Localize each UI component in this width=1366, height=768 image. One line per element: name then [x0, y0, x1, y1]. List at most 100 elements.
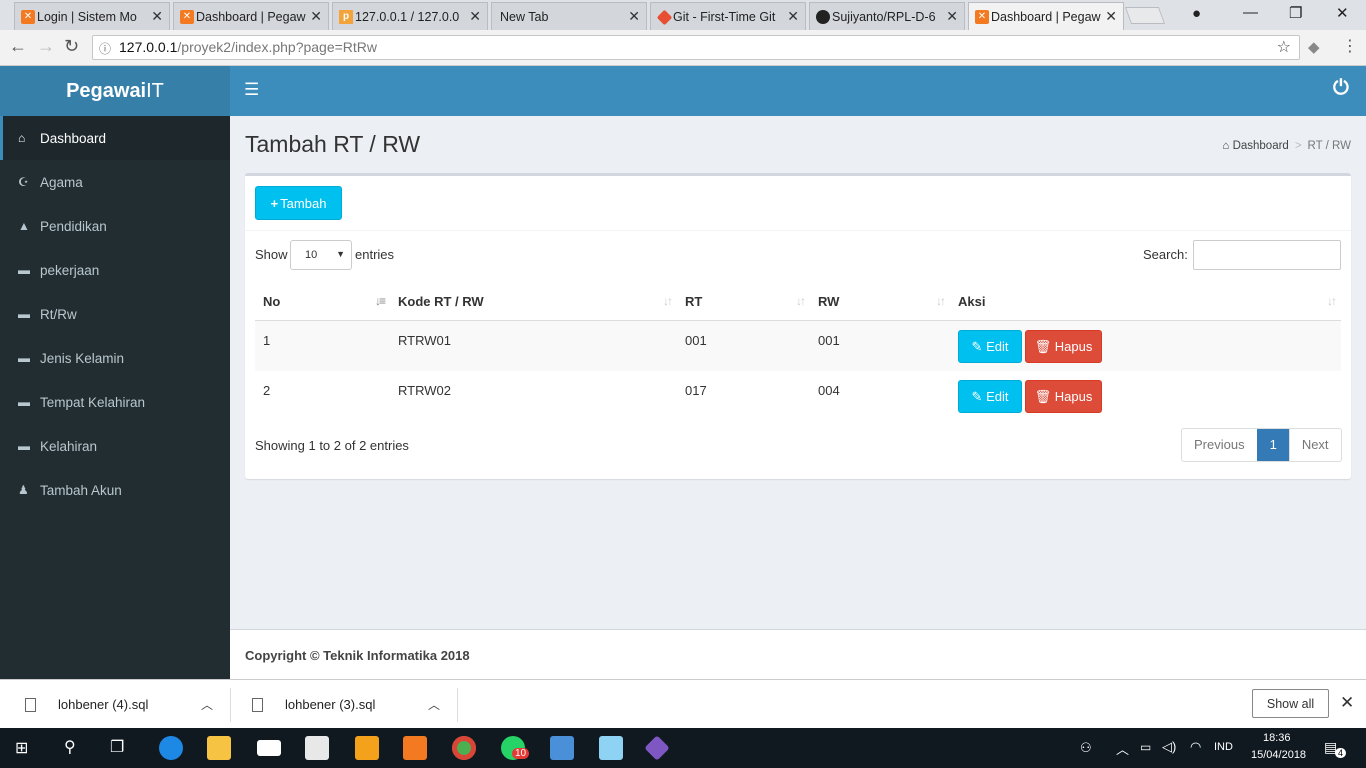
restore-icon[interactable]: ❐ — [1289, 4, 1302, 22]
bookmark-star-icon[interactable]: ☆ — [1277, 37, 1291, 57]
plus-icon: + — [270, 195, 279, 211]
close-icon[interactable]: ✕ — [1340, 693, 1354, 713]
forward-icon[interactable]: → — [37, 36, 55, 57]
chevron-up-icon[interactable]: ︿ — [428, 696, 440, 713]
page-button-current[interactable]: 1 — [1256, 429, 1289, 461]
edit-button[interactable]: ✎ Edit — [958, 329, 1022, 363]
mail-icon[interactable] — [257, 740, 281, 756]
column-header-kode[interactable]: Kode RT / RW ↓↑ — [390, 284, 677, 321]
sidebar-item-kelahiran[interactable]: ▬ Kelahiran — [0, 424, 230, 468]
briefcase-icon: ▬ — [18, 263, 30, 277]
sidebar-item-pekerjaan[interactable]: ▬ pekerjaan — [0, 248, 230, 292]
app-icon[interactable] — [599, 736, 623, 760]
browser-tab[interactable]: Git - First-Time Git ✕ — [650, 2, 806, 30]
browser-tab[interactable]: p 127.0.0.1 / 127.0.0 ✕ — [332, 2, 488, 30]
table-header-row: No ↓≡ Kode RT / RW ↓↑ RT ↓↑ RW ↓↑ Aksi ↓↑ — [255, 284, 1341, 321]
edge-icon[interactable] — [159, 736, 183, 760]
column-header-rw[interactable]: RW ↓↑ — [810, 284, 950, 321]
extension-icon[interactable]: ◆ — [1308, 38, 1320, 56]
profile-icon[interactable]: ● — [1192, 5, 1201, 22]
sidebar-toggle-icon[interactable]: ☰ — [244, 80, 259, 100]
briefcase-icon: ▬ — [18, 395, 30, 409]
chrome-icon[interactable] — [452, 736, 476, 760]
power-icon[interactable]: ⏻ — [1333, 77, 1349, 100]
close-tab-icon[interactable]: ✕ — [787, 8, 799, 25]
column-header-no[interactable]: No ↓≡ — [255, 284, 390, 321]
home-icon: ⌂ — [1222, 140, 1230, 152]
cell-aksi: ✎ Edit 🗑 Hapus — [950, 371, 1341, 422]
new-tab-button[interactable] — [1124, 7, 1166, 24]
sublime-icon[interactable] — [355, 736, 379, 760]
gitkraken-icon[interactable] — [644, 735, 670, 761]
clock-time[interactable]: 18:36 — [1263, 732, 1291, 744]
browser-tab[interactable]: ✕ Dashboard | Pegaw ✕ — [173, 2, 329, 30]
browser-tab[interactable]: Sujiyanto/RPL-D-6 ✕ — [809, 2, 965, 30]
file-explorer-icon[interactable] — [207, 736, 231, 760]
info-icon[interactable]: ⓘ — [99, 40, 111, 57]
close-tab-icon[interactable]: ✕ — [628, 8, 640, 25]
windows-start-icon[interactable]: ⊞ — [15, 738, 28, 758]
show-all-button[interactable]: Show all — [1252, 689, 1329, 718]
back-icon[interactable]: ← — [9, 36, 27, 57]
volume-icon[interactable]: ◁) — [1162, 739, 1176, 755]
chevron-up-icon[interactable]: ︿ — [201, 696, 213, 713]
wifi-icon[interactable]: ◠ — [1190, 739, 1201, 755]
url-field[interactable]: ⓘ 127.0.0.1/proyek2/index.php?page=RtRw … — [92, 35, 1300, 60]
sidebar-item-label: Jenis Kelamin — [40, 350, 125, 366]
column-header-aksi[interactable]: Aksi ↓↑ — [950, 284, 1341, 321]
battery-icon[interactable]: ▭ — [1140, 740, 1151, 754]
table-info: Showing 1 to 2 of 2 entries — [255, 438, 409, 453]
vm-icon[interactable] — [550, 736, 574, 760]
delete-button[interactable]: 🗑 Hapus — [1025, 329, 1102, 363]
window-close-icon[interactable]: ✕ — [1336, 4, 1349, 22]
sidebar-item-rtrw[interactable]: ▬ Rt/Rw — [0, 292, 230, 336]
sidebar-item-agama[interactable]: ☪ Agama — [0, 160, 230, 204]
cell-rt: 017 — [685, 383, 707, 398]
reload-icon[interactable]: ↻ — [64, 36, 79, 57]
menu-kebab-icon[interactable]: ⋮ — [1342, 36, 1358, 56]
add-button[interactable]: + Tambah — [255, 186, 342, 220]
cell-rt: 001 — [677, 320, 810, 371]
download-item[interactable]: lohbener (3).sql ︿ — [252, 680, 452, 729]
close-tab-icon[interactable]: ✕ — [469, 8, 481, 25]
trash-icon: 🗑 — [1034, 389, 1052, 404]
page-length-select[interactable]: 10 ▼ — [290, 240, 352, 270]
language-indicator[interactable]: IND — [1214, 741, 1233, 753]
notification-count: 4 — [1335, 748, 1347, 758]
store-icon[interactable] — [305, 736, 329, 760]
previous-button[interactable]: Previous — [1182, 429, 1257, 461]
task-view-icon[interactable]: ❐ — [110, 737, 124, 757]
minimize-icon[interactable]: — — [1243, 4, 1258, 21]
download-item[interactable]: lohbener (4).sql ︿ — [25, 680, 225, 729]
next-button[interactable]: Next — [1288, 429, 1341, 461]
briefcase-icon: ▬ — [18, 439, 30, 453]
browser-tab-active[interactable]: ✕ Dashboard | Pegaw ✕ — [968, 2, 1124, 30]
chevron-up-icon[interactable]: ︿ — [1116, 739, 1129, 758]
tab-title: 127.0.0.1 / 127.0.0 — [355, 9, 460, 24]
browser-tab[interactable]: New Tab ✕ — [491, 2, 647, 30]
clock-date[interactable]: 15/04/2018 — [1251, 749, 1306, 761]
people-icon[interactable]: ⚇ — [1080, 740, 1092, 756]
sidebar-item-tempat-kelahiran[interactable]: ▬ Tempat Kelahiran — [0, 380, 230, 424]
add-button-label: Tambah — [280, 195, 327, 211]
close-tab-icon[interactable]: ✕ — [946, 8, 958, 25]
close-tab-icon[interactable]: ✕ — [151, 8, 163, 25]
sidebar-item-label: pekerjaan — [40, 262, 100, 278]
column-header-rt[interactable]: RT ↓↑ — [677, 284, 810, 321]
delete-button[interactable]: 🗑 Hapus — [1025, 380, 1102, 413]
sidebar-item-dashboard[interactable]: ⌂ Dashboard — [0, 116, 230, 160]
sidebar-item-label: Pendidikan — [40, 218, 107, 234]
breadcrumb-dashboard[interactable]: Dashboard — [1233, 140, 1289, 152]
browser-tab[interactable]: ✕ Login | Sistem Mo ✕ — [14, 2, 170, 30]
app-logo[interactable]: PegawaiIT — [0, 66, 230, 116]
sidebar-item-pendidikan[interactable]: ▲ Pendidikan — [0, 204, 230, 248]
xampp-icon[interactable] — [403, 736, 427, 760]
search-icon[interactable]: ⚲ — [64, 737, 76, 757]
close-tab-icon[interactable]: ✕ — [310, 8, 322, 25]
edit-button[interactable]: ✎ Edit — [958, 380, 1022, 413]
search-input[interactable] — [1193, 240, 1341, 270]
content-wrapper: Tambah RT / RW ⌂ Dashboard > RT / RW + Tamb… — [230, 116, 1366, 629]
sidebar-item-tambah-akun[interactable]: ♟ Tambah Akun — [0, 468, 230, 512]
close-tab-icon[interactable]: ✕ — [1105, 8, 1117, 25]
sidebar-item-jenis-kelamin[interactable]: ▬ Jenis Kelamin — [0, 336, 230, 380]
